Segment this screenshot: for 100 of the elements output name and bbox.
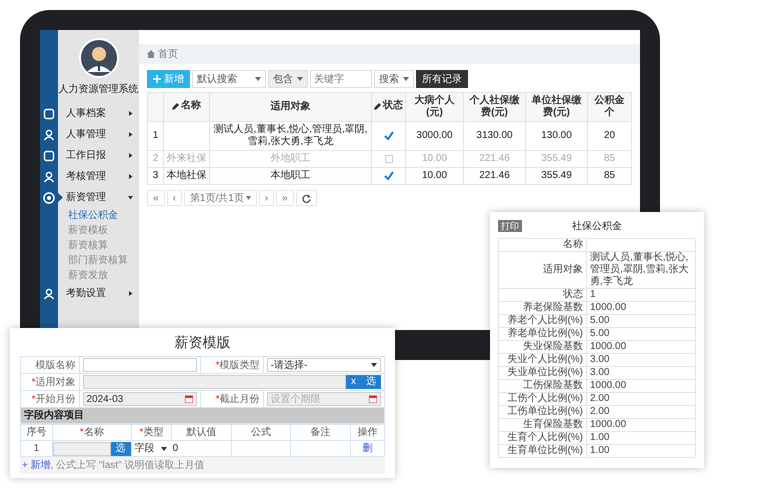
field-value: 5.00 [586,314,696,328]
table-cell: 355.49 [526,150,588,168]
menu-item[interactable]: 工作日报 [58,148,128,163]
field-value: 5.00 [586,328,696,340]
submenu-item[interactable]: 薪资模板 [40,223,139,238]
submenu-item[interactable]: 部门薪资核算 [40,253,139,268]
picker-button[interactable]: x [346,375,361,389]
home-icon [147,50,155,58]
caret-icon [403,77,409,81]
add-link[interactable]: + 新增 [22,460,51,471]
picker-field[interactable] [82,375,346,389]
card-title: 社保公积金 [572,220,622,234]
field-value: 1000.00 [586,340,696,354]
form-title: 薪资模版 [174,333,232,352]
search-select[interactable]: 搜索 [374,70,414,88]
field-label: *模版类型 [200,356,264,374]
person-icon [43,128,55,140]
name-field[interactable] [52,442,111,456]
column-header: 大病个人(元) [406,92,464,122]
pencil-icon [172,102,179,110]
row-number: 1 [148,122,164,150]
field-label: 工伤保险基数 [498,380,586,392]
column-header: 默认值 [172,424,232,440]
caret-icon [128,195,133,200]
calendar-icon [369,395,377,403]
field-value: 3.00 [586,366,696,380]
submenu-item[interactable]: 社保公积金 [40,208,139,223]
field-label: 工伤个人比例(%) [498,392,586,406]
column-header: 备注 [290,424,350,440]
field-value: 2.00 [586,392,696,406]
column-header: 状态 [383,100,403,112]
field-label: 失业单位比例(%) [498,366,586,380]
checkbox[interactable] [384,171,394,181]
column-header: 个人社保缴费(元) [464,92,526,122]
calendar-icon [184,395,193,403]
field-value: 3.00 [586,354,696,366]
text-field[interactable] [82,358,197,372]
field-value: 1.00 [586,432,696,444]
table-cell: 3130.00 [464,122,526,150]
caret-icon [128,111,133,116]
pointer-icon [58,193,63,202]
field-label: *适用对象 [20,374,79,390]
checkbox[interactable] [384,131,394,141]
pick-button[interactable]: 选 [110,442,131,456]
submenu-item[interactable]: 薪资发放 [40,268,139,283]
field-label: 失业保险基数 [498,340,586,354]
submenu-item[interactable]: 薪资核算 [40,238,139,253]
search-mode-select[interactable]: 默认搜索 [192,70,266,88]
app-title: 人力资源管理系统 [58,82,138,97]
table-cell: 本地社保 [164,168,210,184]
avatar-silhouette [78,38,118,78]
match-select[interactable]: 包含 [268,70,308,88]
table-cell: 测试人员,董事长,悦心,管理员,罩阴,雪莉,张大勇,李飞龙 [210,122,372,150]
table-cell: 3000.00 [406,122,464,150]
page-button[interactable]: » [276,190,294,206]
month-field[interactable]: 2024-03 [82,392,197,406]
field-label: 养老单位比例(%) [498,328,586,340]
menu-item[interactable]: 考勤设置 [58,286,128,301]
field-value: 测试人员,董事长,悦心,管理员,罩阴,雪莉,张大勇,李飞龙 [586,252,696,288]
table-cell: 85 [588,168,632,184]
page-button[interactable]: 第1页/共1页 [184,190,257,206]
picker-button[interactable]: 选 [361,375,381,389]
caret-icon [255,77,261,81]
add-button[interactable]: 新增 [147,70,190,88]
table-cell: 本地职工 [210,168,372,184]
menu-item[interactable]: 考核管理 [58,169,128,184]
field-value: 1000.00 [586,302,696,314]
table-cell: 10.00 [406,168,464,184]
field-value: 2.00 [586,406,696,418]
square-icon [43,150,55,162]
column-header: *类型 [131,424,172,440]
page-button[interactable]: › [258,190,274,206]
keyword-field[interactable]: 关键字 [310,70,372,88]
field-label: 名称 [498,238,586,252]
table-cell: 20 [588,122,632,150]
page-button[interactable]: « [147,190,165,206]
caret-icon [246,196,251,200]
table-cell: 外来社保 [164,150,210,168]
all-records-button[interactable]: 所有记录 [416,70,468,88]
row-number: 3 [148,168,164,184]
breadcrumb-link[interactable]: 首页 [158,46,178,62]
person-icon [43,288,55,300]
menu-item[interactable]: 人事档案 [58,106,128,121]
page-button[interactable]: ‹ [166,190,182,206]
column-header: 单位社保缴费(元) [526,92,588,122]
caret-icon [128,132,133,137]
field-label: 养老个人比例(%) [498,314,586,328]
menu-item[interactable]: 人事管理 [58,127,128,142]
field-value: 1.00 [586,444,696,458]
field-label: 养老保险基数 [498,302,586,314]
column-header: 操作 [350,424,384,440]
field-value: 1 [586,288,696,302]
print-button[interactable]: 打印 [498,220,522,232]
column-header: 序号 [20,424,52,440]
table-cell: 10.00 [406,150,464,168]
field-label: 工伤单位比例(%) [498,406,586,418]
field-label: 生育个人比例(%) [498,432,586,444]
type-select[interactable]: -请选择- [266,358,381,372]
caret-icon [371,363,377,367]
refresh-icon[interactable] [302,194,311,202]
